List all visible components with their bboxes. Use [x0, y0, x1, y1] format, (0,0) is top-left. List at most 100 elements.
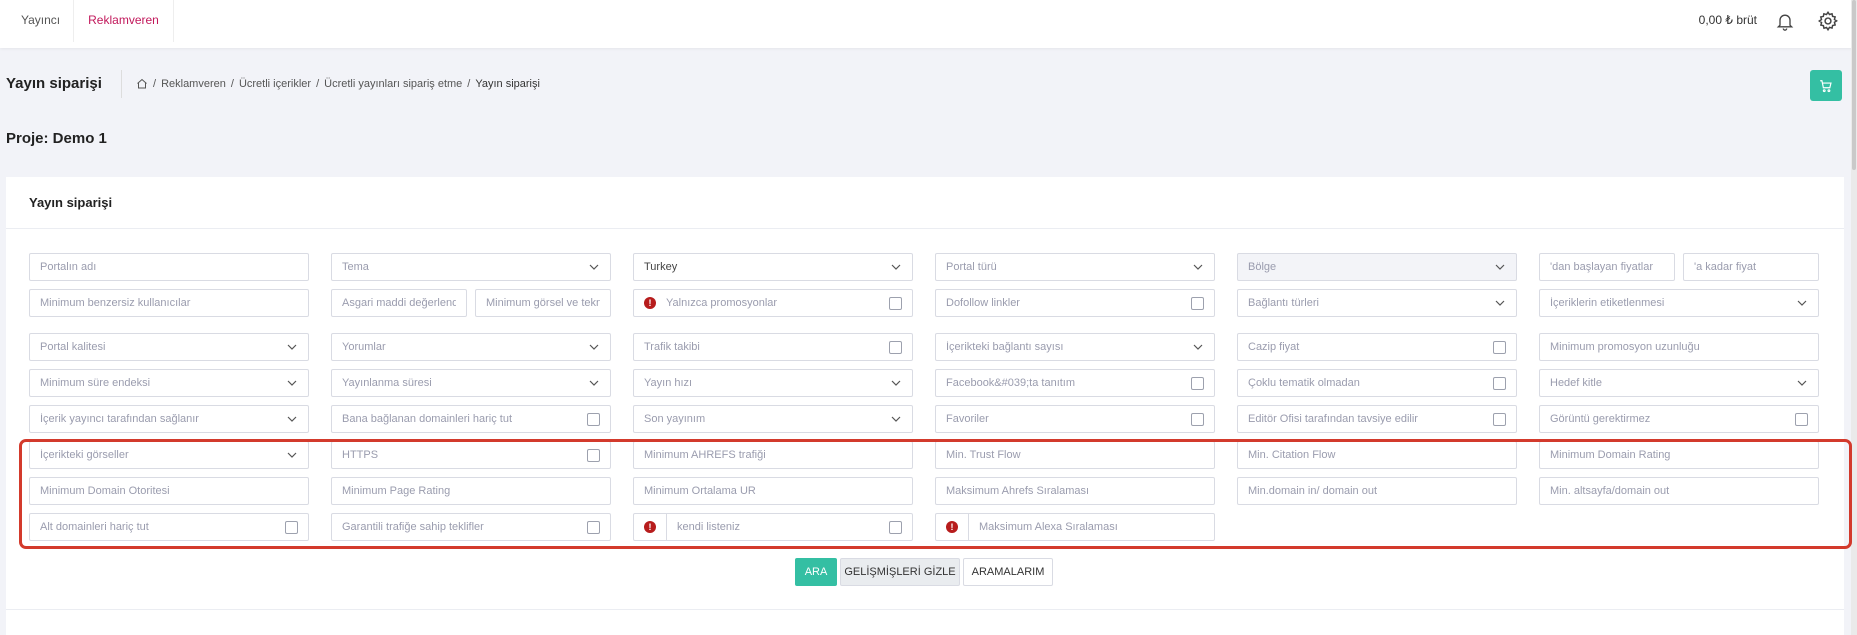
gear-icon[interactable]: [1817, 10, 1839, 32]
checkbox[interactable]: [1795, 412, 1808, 426]
guaranteed-traffic-checkbox[interactable]: Garantili trafiğe sahip teklifler: [331, 513, 611, 541]
portal-quality-select[interactable]: Portal kalitesi: [29, 333, 309, 361]
field-text: Yayın hızı: [644, 377, 693, 389]
scrollbar-thumb[interactable]: [1852, 0, 1856, 170]
chevron-down-icon: [891, 264, 901, 270]
tab-publisher[interactable]: Yayıncı: [7, 0, 74, 42]
multi-thematic-checkbox[interactable]: Çoklu tematik olmadan: [1237, 369, 1517, 397]
field-text: Minimum Page Rating: [342, 485, 451, 497]
chevron-down-icon: [1193, 264, 1203, 270]
min-ahrefs-traffic-input[interactable]: Minimum AHREFS trafiği: [633, 441, 913, 469]
cart-icon: [1820, 79, 1832, 92]
field-text: Minimum Ortalama UR: [644, 485, 756, 497]
publish-speed-select[interactable]: Yayın hızı: [633, 369, 913, 397]
min-duration-index-select[interactable]: Minimum süre endeksi: [29, 369, 309, 397]
checkbox[interactable]: [1493, 340, 1506, 354]
target-group-select[interactable]: Hedef kitle: [1539, 369, 1819, 397]
last-publication-select[interactable]: Son yayınım: [633, 405, 913, 433]
portal-name-input[interactable]: Portalın adı: [29, 253, 309, 281]
my-searches-button[interactable]: ARAMALARIM: [963, 558, 1053, 586]
https-checkbox[interactable]: HTTPS: [331, 441, 611, 469]
field-text: Min. Trust Flow: [946, 449, 1021, 461]
max-ahrefs-rank-input[interactable]: Maksimum Ahrefs Sıralaması: [935, 477, 1215, 505]
country-select[interactable]: Turkey: [633, 253, 913, 281]
checkbox[interactable]: [889, 520, 902, 534]
content-images-select[interactable]: İçerikteki görseller: [29, 441, 309, 469]
publish-duration-select[interactable]: Yayınlanma süresi: [331, 369, 611, 397]
checkbox[interactable]: [285, 520, 298, 534]
cart-button[interactable]: [1810, 70, 1842, 101]
min-citation-flow-input[interactable]: Min. Citation Flow: [1237, 441, 1517, 469]
comments-select[interactable]: Yorumlar: [331, 333, 611, 361]
theme-select[interactable]: Tema: [331, 253, 611, 281]
min-domain-in-out-input[interactable]: Min.domain in/ domain out: [1237, 477, 1517, 505]
links-in-content-select[interactable]: İçerikteki bağlantı sayısı: [935, 333, 1215, 361]
checkbox[interactable]: [1191, 412, 1204, 426]
editor-recommended-checkbox[interactable]: Editör Ofisi tarafından tavsiye edilir: [1237, 405, 1517, 433]
min-subpage-domain-out-input[interactable]: Min. altsayfa/domain out: [1539, 477, 1819, 505]
only-promotions-checkbox[interactable]: ! Yalnızca promosyonlar: [633, 289, 913, 317]
no-image-required-checkbox[interactable]: Görüntü gerektirmez: [1539, 405, 1819, 433]
min-page-rating-input[interactable]: Minimum Page Rating: [331, 477, 611, 505]
checkbox[interactable]: [889, 296, 902, 310]
field-text: Min. Citation Flow: [1248, 449, 1336, 461]
breadcrumb-item[interactable]: Ücretli yayınları sipariş etme: [324, 78, 462, 90]
link-types-select[interactable]: Bağlantı türleri: [1237, 289, 1517, 317]
breadcrumb-item[interactable]: Ücretli içerikler: [239, 78, 311, 90]
price-from-input[interactable]: 'dan başlayan fiyatlar: [1539, 253, 1675, 281]
favorites-checkbox[interactable]: Favoriler: [935, 405, 1215, 433]
region-select[interactable]: Bölge: [1237, 253, 1517, 281]
hide-advanced-button[interactable]: GELİŞMİŞLERİ GİZLE: [840, 558, 960, 586]
chevron-down-icon: [589, 380, 599, 386]
breadcrumb-item[interactable]: Reklamveren: [161, 78, 226, 90]
attractive-price-checkbox[interactable]: Cazip fiyat: [1237, 333, 1517, 361]
field-text: İçeriklerin etiketlenmesi: [1550, 297, 1665, 309]
field-text: Son yayınım: [644, 413, 706, 425]
traffic-tracking-checkbox[interactable]: Trafik takibi: [633, 333, 913, 361]
field-text: Bağlantı türleri: [1248, 297, 1319, 309]
field-text: Çoklu tematik olmadan: [1248, 377, 1360, 389]
field-text: Cazip fiyat: [1248, 341, 1300, 353]
checkbox[interactable]: [1493, 412, 1506, 426]
content-tagging-select[interactable]: İçeriklerin etiketlenmesi: [1539, 289, 1819, 317]
chevron-down-icon: [1495, 264, 1505, 270]
min-trust-flow-input[interactable]: Min. Trust Flow: [935, 441, 1215, 469]
exclude-linked-domains-checkbox[interactable]: Bana bağlanan domainleri hariç tut: [331, 405, 611, 433]
field-text: HTTPS: [342, 449, 379, 461]
checkbox[interactable]: [587, 412, 600, 426]
home-icon[interactable]: [136, 78, 148, 90]
dofollow-links-checkbox[interactable]: Dofollow linkler: [935, 289, 1215, 317]
max-alexa-rank-input[interactable]: ! Maksimum Alexa Sıralaması: [935, 513, 1215, 541]
checkbox[interactable]: [889, 340, 902, 354]
min-visual-input[interactable]: Minimum görsel ve tekni: [475, 289, 611, 317]
chevron-down-icon: [891, 416, 901, 422]
checkbox[interactable]: [1191, 296, 1204, 310]
checkbox[interactable]: [1191, 376, 1204, 390]
checkbox[interactable]: [1493, 376, 1506, 390]
own-list-checkbox[interactable]: ! kendi listeniz: [633, 513, 913, 541]
portal-type-select[interactable]: Portal türü: [935, 253, 1215, 281]
price-to-input[interactable]: 'a kadar fiyat: [1683, 253, 1819, 281]
field-text: kendi listeniz: [677, 521, 740, 533]
account-balance[interactable]: 0,00 ₺ brüt: [1699, 13, 1757, 27]
min-promo-length-input[interactable]: Minimum promosyon uzunluğu: [1539, 333, 1819, 361]
field-text: İçerikteki bağlantı sayısı: [946, 341, 1064, 353]
field-text: Min. altsayfa/domain out: [1550, 485, 1670, 497]
min-unique-users-input[interactable]: Minimum benzersiz kullanıcılar: [29, 289, 309, 317]
field-text: Minimum Domain Otoritesi: [40, 485, 170, 497]
exclude-subdomains-checkbox[interactable]: Alt domainleri hariç tut: [29, 513, 309, 541]
min-domain-rating-input[interactable]: Minimum Domain Rating: [1539, 441, 1819, 469]
min-material-input[interactable]: Asgari maddi değerlendi: [331, 289, 467, 317]
min-domain-authority-input[interactable]: Minimum Domain Otoritesi: [29, 477, 309, 505]
min-avg-ur-input[interactable]: Minimum Ortalama UR: [633, 477, 913, 505]
bell-icon[interactable]: [1775, 11, 1795, 31]
tab-advertiser[interactable]: Reklamveren: [73, 0, 174, 42]
checkbox[interactable]: [587, 448, 600, 462]
field-text: Minimum AHREFS trafiği: [644, 449, 766, 461]
content-by-publisher-select[interactable]: İçerik yayıncı tarafından sağlanır: [29, 405, 309, 433]
page-scrollbar[interactable]: [1851, 0, 1857, 635]
search-button[interactable]: ARA: [795, 558, 837, 586]
facebook-promo-checkbox[interactable]: Facebook&#039;ta tanıtım: [935, 369, 1215, 397]
checkbox[interactable]: [587, 520, 600, 534]
warning-addon: !: [936, 514, 969, 540]
